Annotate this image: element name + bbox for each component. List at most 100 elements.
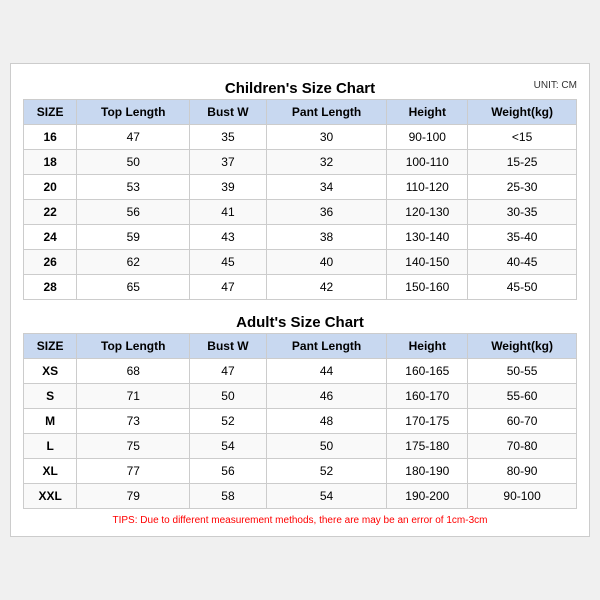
table-cell: 55-60: [468, 384, 577, 409]
table-cell: 70-80: [468, 434, 577, 459]
table-cell: XS: [24, 359, 77, 384]
table-cell: 45: [190, 250, 266, 275]
table-cell: 50: [77, 150, 190, 175]
table-cell: 41: [190, 200, 266, 225]
table-row: 26624540140-15040-45: [24, 250, 577, 275]
table-row: 28654742150-16045-50: [24, 275, 577, 300]
table-cell: 170-175: [387, 409, 468, 434]
table-cell: 20: [24, 175, 77, 200]
table-cell: 32: [266, 150, 387, 175]
children-section-title: Children's Size Chart UNIT: CM: [23, 74, 577, 99]
table-row: 22564136120-13030-35: [24, 200, 577, 225]
table-cell: 46: [266, 384, 387, 409]
table-row: 1647353090-100<15: [24, 125, 577, 150]
table-row: XS684744160-16550-55: [24, 359, 577, 384]
table-row: 18503732100-11015-25: [24, 150, 577, 175]
table-cell: 54: [190, 434, 266, 459]
adult-size-table: SIZE Top Length Bust W Pant Length Heigh…: [23, 333, 577, 509]
table-cell: 90-100: [468, 484, 577, 509]
table-cell: XXL: [24, 484, 77, 509]
table-cell: 47: [77, 125, 190, 150]
table-cell: 54: [266, 484, 387, 509]
table-row: 20533934110-12025-30: [24, 175, 577, 200]
table-cell: 38: [266, 225, 387, 250]
table-cell: 75: [77, 434, 190, 459]
table-cell: S: [24, 384, 77, 409]
table-row: S715046160-17055-60: [24, 384, 577, 409]
table-cell: 80-90: [468, 459, 577, 484]
table-cell: 28: [24, 275, 77, 300]
table-cell: 47: [190, 275, 266, 300]
unit-label: UNIT: CM: [534, 80, 577, 91]
table-cell: 50-55: [468, 359, 577, 384]
table-cell: 73: [77, 409, 190, 434]
table-cell: 160-165: [387, 359, 468, 384]
table-cell: 130-140: [387, 225, 468, 250]
table-cell: M: [24, 409, 77, 434]
table-cell: 16: [24, 125, 77, 150]
table-cell: 45-50: [468, 275, 577, 300]
col-header-size-adult: SIZE: [24, 334, 77, 359]
children-title-text: Children's Size Chart: [225, 80, 375, 97]
col-header-height: Height: [387, 100, 468, 125]
table-cell: 26: [24, 250, 77, 275]
table-cell: 120-130: [387, 200, 468, 225]
col-header-bust-w-adult: Bust W: [190, 334, 266, 359]
col-header-bust-w: Bust W: [190, 100, 266, 125]
table-cell: 79: [77, 484, 190, 509]
children-header-row: SIZE Top Length Bust W Pant Length Heigh…: [24, 100, 577, 125]
adult-header-row: SIZE Top Length Bust W Pant Length Heigh…: [24, 334, 577, 359]
table-cell: 160-170: [387, 384, 468, 409]
table-row: 24594338130-14035-40: [24, 225, 577, 250]
table-cell: 15-25: [468, 150, 577, 175]
table-cell: XL: [24, 459, 77, 484]
table-cell: 43: [190, 225, 266, 250]
table-cell: 44: [266, 359, 387, 384]
table-cell: 30: [266, 125, 387, 150]
table-cell: 90-100: [387, 125, 468, 150]
table-row: XL775652180-19080-90: [24, 459, 577, 484]
table-cell: 175-180: [387, 434, 468, 459]
table-cell: 58: [190, 484, 266, 509]
table-cell: 50: [190, 384, 266, 409]
table-cell: 59: [77, 225, 190, 250]
table-cell: 71: [77, 384, 190, 409]
col-header-top-length: Top Length: [77, 100, 190, 125]
table-cell: 40-45: [468, 250, 577, 275]
table-row: M735248170-17560-70: [24, 409, 577, 434]
tips-text: TIPS: Due to different measurement metho…: [23, 515, 577, 526]
table-row: XXL795854190-20090-100: [24, 484, 577, 509]
table-cell: 140-150: [387, 250, 468, 275]
table-cell: 25-30: [468, 175, 577, 200]
table-cell: 53: [77, 175, 190, 200]
table-cell: 56: [77, 200, 190, 225]
table-cell: 48: [266, 409, 387, 434]
col-header-height-adult: Height: [387, 334, 468, 359]
table-cell: 68: [77, 359, 190, 384]
table-cell: 77: [77, 459, 190, 484]
table-cell: 30-35: [468, 200, 577, 225]
table-cell: 35-40: [468, 225, 577, 250]
table-cell: 36: [266, 200, 387, 225]
table-cell: 150-160: [387, 275, 468, 300]
table-row: L755450175-18070-80: [24, 434, 577, 459]
table-cell: 65: [77, 275, 190, 300]
table-cell: 47: [190, 359, 266, 384]
table-cell: 190-200: [387, 484, 468, 509]
table-cell: 24: [24, 225, 77, 250]
adult-section-title: Adult's Size Chart: [23, 308, 577, 333]
col-header-weight: Weight(kg): [468, 100, 577, 125]
table-cell: 42: [266, 275, 387, 300]
col-header-pant-length-adult: Pant Length: [266, 334, 387, 359]
table-cell: 35: [190, 125, 266, 150]
col-header-weight-adult: Weight(kg): [468, 334, 577, 359]
table-cell: <15: [468, 125, 577, 150]
col-header-pant-length: Pant Length: [266, 100, 387, 125]
table-cell: 56: [190, 459, 266, 484]
adult-title-text: Adult's Size Chart: [236, 314, 364, 331]
table-cell: L: [24, 434, 77, 459]
table-cell: 18: [24, 150, 77, 175]
table-cell: 52: [190, 409, 266, 434]
table-cell: 60-70: [468, 409, 577, 434]
table-cell: 39: [190, 175, 266, 200]
